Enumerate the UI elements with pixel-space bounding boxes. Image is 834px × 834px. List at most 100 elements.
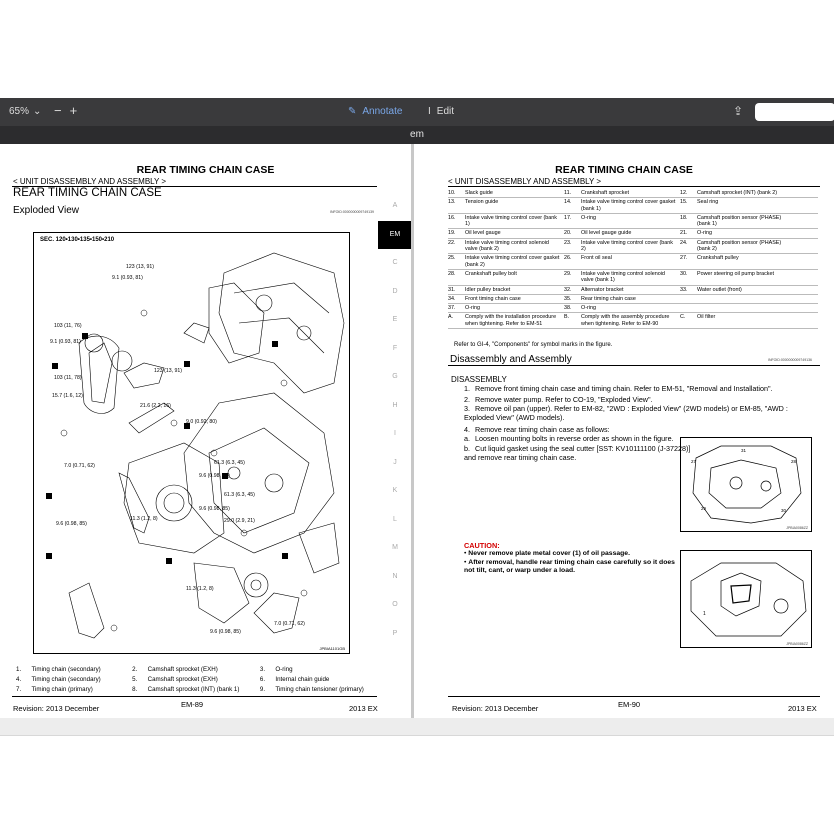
- component-label: Intake valve timing control cover (bank …: [581, 239, 673, 253]
- step-text: Remove water pump. Refer to CO-19, "Expl…: [475, 395, 653, 404]
- component-number: 19.: [448, 230, 456, 237]
- bottom-bar: [0, 718, 834, 736]
- legend-label: Timing chain (primary): [31, 686, 93, 693]
- caution-block: CAUTION: • Never remove plate metal cove…: [464, 541, 684, 576]
- legend-number: 2.: [132, 666, 138, 673]
- section-tab-h[interactable]: H: [378, 392, 412, 421]
- component-label: Intake valve timing control solenoid val…: [581, 270, 665, 284]
- component-number: 35.: [564, 295, 572, 302]
- torque-label: 103 (11, 76): [54, 323, 82, 329]
- component-label: Intake valve timing control cover (bank …: [465, 214, 557, 228]
- info-id: INFOID:0000000009749139: [330, 210, 374, 214]
- model-year: 2013 EX: [349, 704, 378, 713]
- share-icon[interactable]: ⇪: [733, 104, 743, 118]
- component-number: 33.: [680, 286, 688, 293]
- refer-note: Refer to GI-4, "Components" for symbol m…: [454, 342, 613, 348]
- legend-label: Camshaft sprocket (INT) (bank 1): [147, 686, 240, 693]
- section-tab-l[interactable]: L: [378, 506, 412, 535]
- zoom-level[interactable]: 65%: [9, 106, 29, 117]
- legend-label: Internal chain guide: [275, 676, 330, 683]
- step-bullet: 2.: [464, 395, 470, 404]
- legend-row: 1. Timing chain (secondary) 2. Camshaft spr…: [16, 666, 376, 676]
- search-input[interactable]: [755, 103, 834, 121]
- component-label: Oil filter: [697, 314, 716, 321]
- annotate-button[interactable]: ✎ Annotate: [348, 106, 402, 117]
- component-label: [697, 296, 796, 302]
- legend-number: 9.: [259, 686, 266, 693]
- right-page: REAR TIMING CHAIN CASE < UNIT DISASSEMBL…: [414, 144, 834, 718]
- legend-number: 8.: [132, 686, 138, 693]
- section-tab-a[interactable]: A: [378, 192, 412, 221]
- component-label: [697, 305, 796, 311]
- disassembly-step: b. Cut liquid gasket using the seal cutte…: [464, 444, 699, 462]
- torque-label: 9.6 (0.98, 85): [199, 473, 230, 479]
- section-tab-k[interactable]: K: [378, 477, 412, 506]
- section-tab-g[interactable]: G: [378, 363, 412, 392]
- step-bullet: 1.: [464, 384, 470, 393]
- case-rear-drawing: 1: [690, 562, 807, 637]
- component-row: 13. Tension guide 14. Intake valve timing c…: [448, 198, 818, 214]
- step-bullet: 4.: [464, 425, 470, 434]
- component-row: 10. Slack guide 11. Crankshaft sprocket 12. C…: [448, 189, 818, 199]
- component-number: 38.: [564, 305, 572, 312]
- section-tab-em[interactable]: EM: [378, 220, 412, 249]
- breadcrumb: < UNIT DISASSEMBLY AND ASSEMBLY >: [13, 177, 167, 186]
- section-tab-n[interactable]: N: [378, 563, 412, 592]
- torque-label: 103 (11, 78): [54, 375, 82, 381]
- component-label: Comply with the installation procedure w…: [465, 314, 557, 327]
- step-bullet: a.: [464, 434, 470, 443]
- legend-label: Camshaft sprocket (EXH): [147, 666, 218, 673]
- model-year: 2013 EX: [788, 704, 817, 713]
- section-tab-d[interactable]: D: [378, 278, 412, 307]
- step-bullet: 3.: [464, 404, 470, 413]
- zoom-control[interactable]: 65% ⌄: [9, 106, 41, 117]
- disassembly-step: 1. Remove front timing chain case and tim…: [464, 384, 814, 393]
- svg-text:30: 30: [781, 508, 787, 513]
- revision-text: Revision: 2013 December: [452, 704, 539, 713]
- section-tab-e[interactable]: E: [378, 306, 412, 335]
- component-label: Oil level gauge guide: [581, 230, 632, 237]
- component-number: 16.: [448, 214, 456, 221]
- page-number: EM-90: [618, 700, 641, 709]
- torque-label: 61.3 (6.3, 45): [214, 460, 245, 466]
- zoom-out-button[interactable]: −: [54, 103, 70, 118]
- figure-code: JPBIA0086ZZ: [786, 642, 808, 646]
- disassembly-step: 4. Remove rear timing chain case as follo…: [464, 425, 699, 434]
- section-title: Disassembly and Assembly: [450, 354, 572, 365]
- left-page: REAR TIMING CHAIN CASE < UNIT DISASSEMBL…: [0, 144, 412, 718]
- caution-item: • Never remove plate metal cover (1) of …: [464, 550, 630, 558]
- breadcrumb: < UNIT DISASSEMBLY AND ASSEMBLY >: [448, 177, 602, 186]
- legend-label: O-ring: [275, 666, 293, 673]
- torque-label: 11.3 (1.2, 8): [186, 586, 214, 592]
- component-label: Comply with the assembly procedure when …: [581, 314, 670, 327]
- edit-button[interactable]: I Edit: [428, 106, 454, 117]
- section-tab-i[interactable]: I: [378, 420, 412, 449]
- step-text: Remove rear timing chain case as follows…: [475, 425, 610, 434]
- torque-label: 9.1 (0.93, 81): [112, 275, 143, 281]
- component-label: Water outlet (front): [697, 286, 742, 293]
- section-tab-o[interactable]: O: [378, 591, 412, 620]
- component-number: 17.: [564, 214, 572, 221]
- info-id: INFOID:0000000009749136: [768, 358, 812, 362]
- torque-label: 29.0 (2.9, 21): [224, 518, 255, 524]
- component-label: Intake valve timing control solenoid val…: [465, 239, 549, 253]
- component-row: 19. Oil level gauge 20. Oil level gauge gui…: [448, 229, 818, 239]
- components-table: 10. Slack guide 11. Crankshaft sprocket 12. C…: [448, 189, 818, 330]
- component-label: Power steering oil pump bracket: [697, 270, 775, 277]
- section-tab-m[interactable]: M: [378, 534, 412, 563]
- section-tab-f[interactable]: F: [378, 335, 412, 364]
- legend-label: Camshaft sprocket (EXH): [147, 676, 218, 683]
- section-index: A EM C D E F G H I J K L M N O P: [378, 192, 412, 648]
- section-tab-c[interactable]: C: [378, 249, 412, 278]
- disassembly-heading: DISASSEMBLY: [451, 375, 507, 384]
- section-tab-p[interactable]: P: [378, 620, 412, 649]
- component-number: 23.: [564, 239, 572, 246]
- component-row: 22. Intake valve timing control solenoid …: [448, 239, 818, 255]
- section-tab-j[interactable]: J: [378, 449, 412, 478]
- chevron-down-icon[interactable]: ⌄: [33, 106, 41, 117]
- zoom-in-button[interactable]: +: [70, 103, 86, 118]
- legend-number: 1.: [16, 666, 22, 673]
- torque-label: 9.6 (0.98, 85): [199, 506, 230, 512]
- legend-label: Timing chain (secondary): [31, 666, 101, 673]
- component-row: 34. Front timing chain case 35. Rear timing…: [448, 295, 818, 305]
